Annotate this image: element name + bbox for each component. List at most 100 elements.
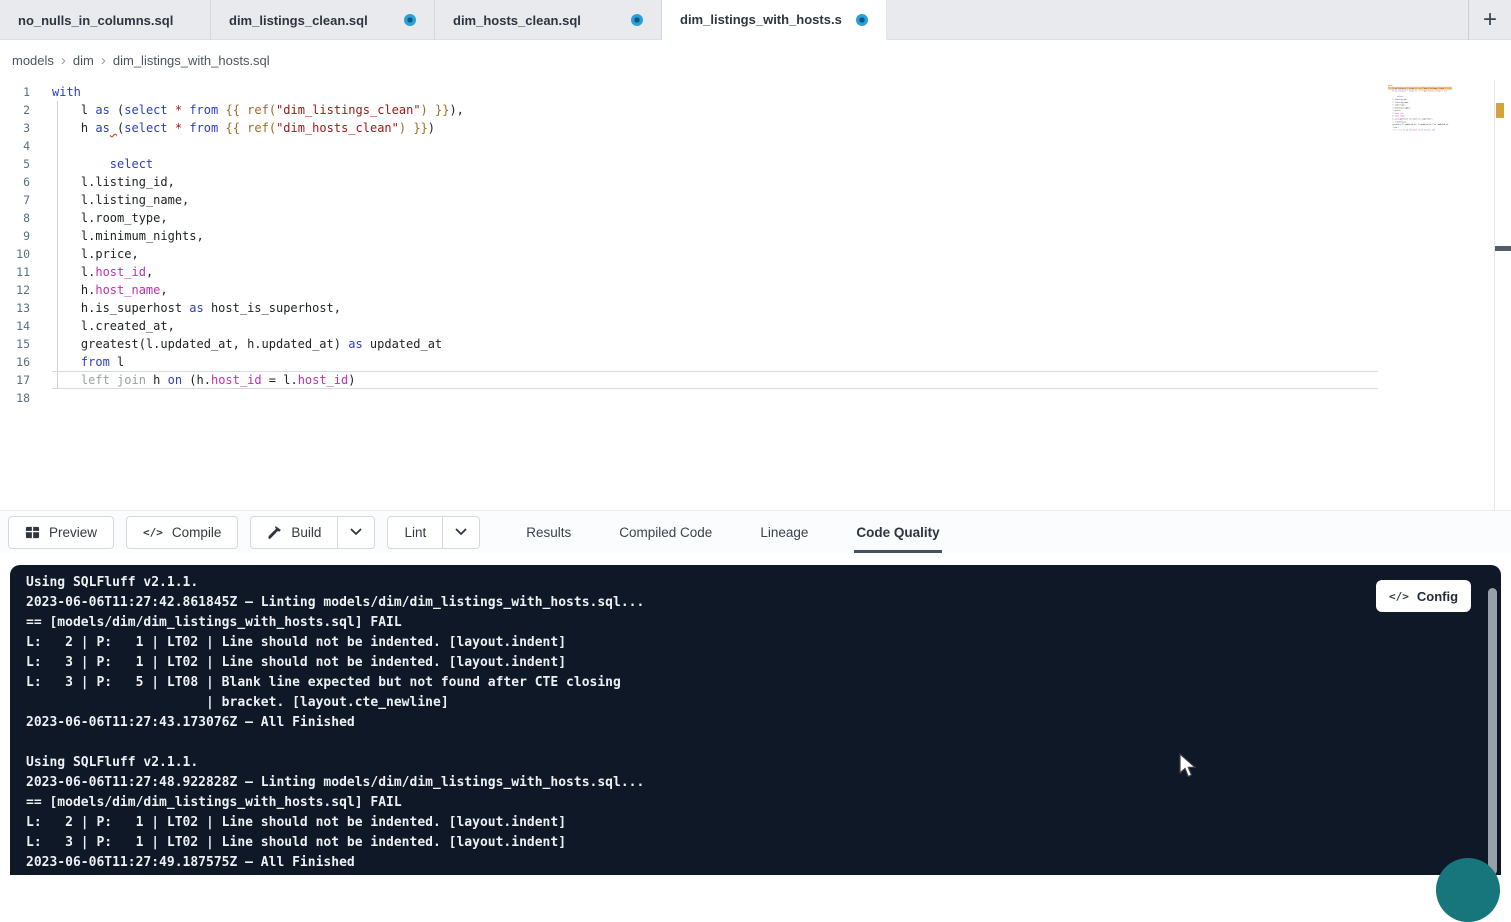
overview-ruler[interactable] bbox=[1494, 80, 1511, 510]
code-line: 10 l.price, bbox=[0, 245, 1378, 263]
code-token: * bbox=[175, 103, 182, 117]
code-token: ) }} bbox=[399, 121, 428, 135]
lint-dropdown-button[interactable] bbox=[443, 516, 480, 549]
tab-bar-tabs: no_nulls_in_columns.sql dim_listings_clea… bbox=[0, 0, 887, 39]
build-dropdown-button[interactable] bbox=[338, 516, 375, 549]
tab-label: dim_listings_with_hosts.sql bbox=[680, 12, 842, 27]
code-token: from bbox=[189, 121, 218, 135]
code-token: h bbox=[52, 121, 95, 135]
code-token bbox=[168, 103, 175, 117]
code-brackets-icon: </> bbox=[143, 526, 163, 539]
terminal-line: L: 2 | P: 1 | LT02 | Line should not be … bbox=[26, 633, 1501, 653]
lint-button[interactable]: Lint bbox=[387, 516, 443, 549]
code-line-text: l.created_at, bbox=[52, 317, 1378, 335]
breadcrumb-separator: › bbox=[94, 53, 113, 68]
build-button[interactable]: Build bbox=[250, 516, 338, 549]
tab-bar: no_nulls_in_columns.sql dim_listings_clea… bbox=[0, 0, 1511, 40]
code-token: "dim_hosts_clean" bbox=[276, 121, 399, 135]
terminal-line: L: 3 | P: 5 | LT08 | Blank line expected… bbox=[26, 673, 1501, 693]
compile-button[interactable]: </> Compile bbox=[126, 516, 238, 549]
preview-button[interactable]: Preview bbox=[8, 516, 114, 549]
editor-tab[interactable]: no_nulls_in_columns.sql bbox=[0, 0, 211, 40]
terminal-line: L: 3 | P: 1 | LT02 | Line should not be … bbox=[26, 653, 1501, 673]
code-token: select bbox=[124, 103, 167, 117]
panel-tab-compiled-code[interactable]: Compiled Code bbox=[617, 511, 714, 553]
code-line-text: h.host_name, bbox=[52, 281, 1378, 299]
code-token: as bbox=[95, 103, 109, 117]
code-line: 2 l as (select * from {{ ref("dim_listin… bbox=[0, 101, 1378, 119]
editor-tab[interactable]: dim_listings_clean.sql bbox=[211, 0, 435, 40]
terminal-line: L: 3 | P: 1 | LT02 | Line should not be … bbox=[26, 833, 1501, 853]
code-token: ) bbox=[1434, 129, 1435, 131]
panel-tab-results[interactable]: Results bbox=[524, 511, 573, 553]
code-token: , bbox=[146, 265, 153, 279]
line-number: 14 bbox=[0, 317, 30, 335]
code-line: 17 left join h on (h.host_id = l.host_id… bbox=[0, 371, 1378, 389]
line-number: 12 bbox=[0, 281, 30, 299]
file-header-row: models›dim›dim_listings_with_hosts.sql S… bbox=[0, 40, 1511, 80]
terminal-line: 2023-06-06T11:27:43.173076Z — All Finish… bbox=[26, 713, 1501, 733]
code-token: on bbox=[168, 373, 182, 387]
line-number: 1 bbox=[0, 83, 30, 101]
code-line: 7 l.listing_name, bbox=[0, 191, 1378, 209]
code-token: from bbox=[189, 103, 218, 117]
build-button-label: Build bbox=[291, 525, 321, 540]
panel-tab-code-quality[interactable]: Code Quality bbox=[854, 511, 941, 553]
code-token: host_is_superhost, bbox=[204, 301, 341, 315]
line-number: 9 bbox=[0, 227, 30, 245]
code-token: {{ ref( bbox=[225, 121, 276, 135]
minimap[interactable]: with l as (select * from {{ ref("dim_lis… bbox=[1388, 84, 1462, 134]
lint-warning-marker bbox=[1496, 103, 1504, 118]
code-line-text: from l bbox=[52, 353, 1378, 371]
code-token: host_id bbox=[211, 373, 262, 387]
editor-toolbar: Preview </> Compile Build Lint Results Co… bbox=[0, 510, 1511, 553]
line-number: 13 bbox=[0, 299, 30, 317]
lint-button-group: Lint bbox=[387, 516, 480, 549]
code-token: l.listing_name, bbox=[52, 193, 189, 207]
terminal-region: Using SQLFluff v2.1.1.2023-06-06T11:27:4… bbox=[0, 553, 1511, 875]
code-line-text: l.room_type, bbox=[52, 209, 1378, 227]
code-token: select bbox=[1399, 90, 1406, 92]
help-chat-bubble[interactable] bbox=[1436, 858, 1500, 922]
code-token: l.room_type, bbox=[52, 211, 168, 225]
code-token: = l. bbox=[262, 373, 298, 387]
code-token: "dim_hosts_clean" bbox=[1423, 90, 1442, 92]
code-token: host_name bbox=[95, 283, 160, 297]
code-token: updated_at bbox=[363, 337, 442, 351]
code-line-text: l.minimum_nights, bbox=[52, 227, 1378, 245]
code-line: 3 h as (select * from {{ ref("dim_hosts_… bbox=[0, 119, 1378, 137]
tab-label: no_nulls_in_columns.sql bbox=[18, 13, 173, 28]
breadcrumb-item[interactable]: models bbox=[12, 53, 54, 68]
preview-button-label: Preview bbox=[49, 525, 97, 540]
new-tab-button[interactable]: + bbox=[1468, 0, 1511, 40]
line-number: 16 bbox=[0, 353, 30, 371]
code-token: from bbox=[81, 355, 110, 369]
code-token: left join bbox=[81, 373, 146, 387]
code-line: 13 h.is_superhost as host_is_superhost, bbox=[0, 299, 1378, 317]
line-number: 11 bbox=[0, 263, 30, 281]
line-number: 6 bbox=[0, 173, 30, 191]
code-token: l bbox=[52, 103, 95, 117]
breadcrumb-separator: › bbox=[54, 53, 73, 68]
code-token: l. bbox=[52, 265, 95, 279]
line-number: 2 bbox=[0, 101, 30, 119]
code-line-text bbox=[52, 137, 1378, 155]
line-number: 17 bbox=[0, 371, 30, 389]
code-editor[interactable]: 1with2 l as (select * from {{ ref("dim_l… bbox=[0, 80, 1511, 510]
code-token: ) }} bbox=[421, 103, 450, 117]
code-line: 12 h.host_name, bbox=[0, 281, 1378, 299]
panel-tab-lineage[interactable]: Lineage bbox=[758, 511, 810, 553]
code-token: "dim_listings_clean" bbox=[276, 103, 421, 117]
breadcrumb-item[interactable]: dim bbox=[73, 53, 94, 68]
line-number: 15 bbox=[0, 335, 30, 353]
editor-tab[interactable]: dim_hosts_clean.sql bbox=[435, 0, 662, 40]
breadcrumb-item[interactable]: dim_listings_with_hosts.sql bbox=[113, 53, 270, 68]
code-token: greatest(l.updated_at, h.updated_at) bbox=[52, 337, 348, 351]
config-button[interactable]: </> Config bbox=[1376, 580, 1471, 612]
code-token: ), bbox=[1450, 87, 1452, 89]
terminal-scrollbar[interactable] bbox=[1488, 588, 1497, 875]
editor-tab[interactable]: dim_listings_with_hosts.sql bbox=[662, 0, 887, 40]
code-token: select bbox=[110, 157, 153, 171]
modified-dot-icon bbox=[631, 14, 643, 26]
code-line-text: l.listing_name, bbox=[52, 191, 1378, 209]
